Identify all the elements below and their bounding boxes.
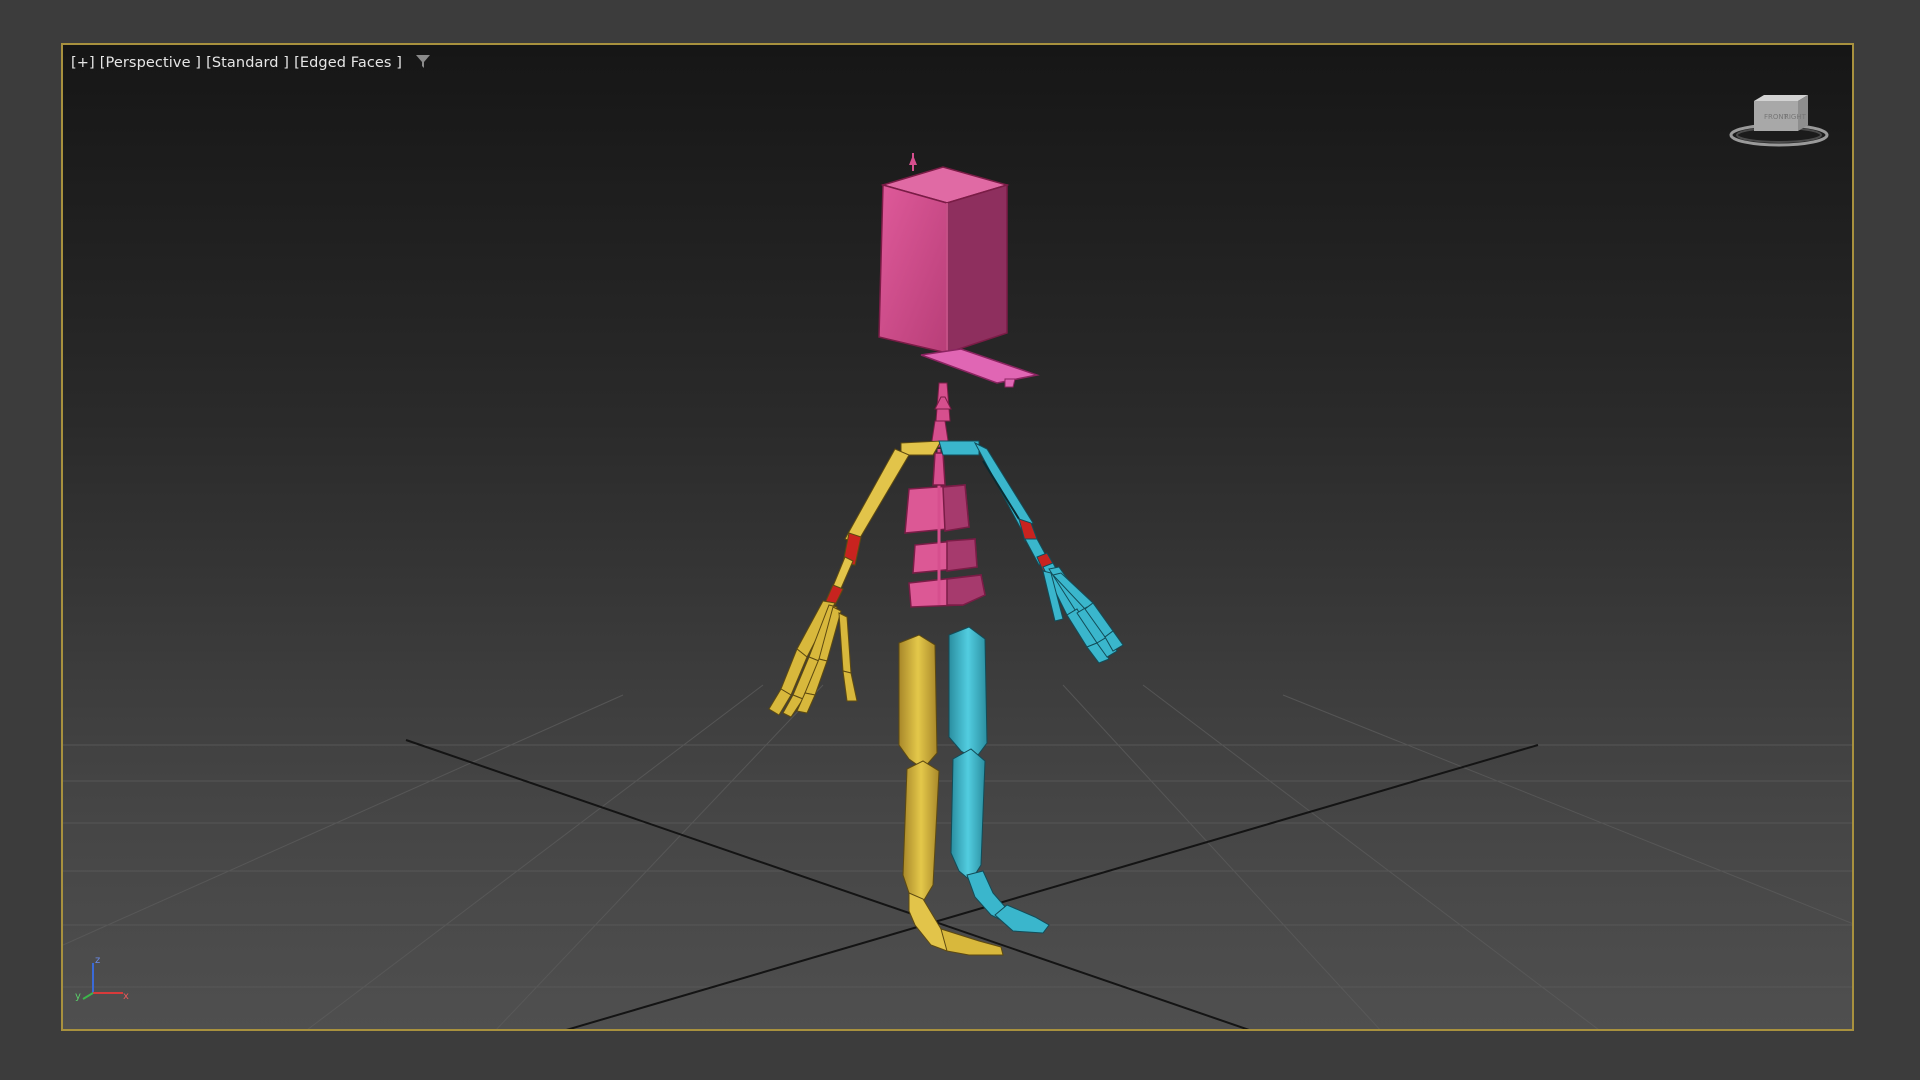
perspective-viewport[interactable]: [+] [Perspective ] [Standard ] [Edged Fa… [61,43,1854,1031]
viewport-label: [+] [Perspective ] [Standard ] [Edged Fa… [71,53,431,73]
scene-canvas[interactable] [63,45,1854,1031]
viewcube-right-label: RIGHT [1784,113,1807,121]
left-hand-bone [768,600,858,718]
y-axis-label: y [75,991,81,1002]
head-bone [878,153,1010,355]
right-hand-bone [1042,562,1124,664]
viewcube-icon[interactable]: FRONT RIGHT [1728,91,1830,157]
z-axis-label: z [95,955,100,966]
right-leg-bone [948,626,1050,934]
axis-tripod-icon: z x y [71,953,131,1007]
spine-bone [904,449,986,608]
x-axis-label: x [123,991,129,1002]
edged-faces-menu[interactable]: [Edged Faces ] [294,55,402,71]
view-type-menu[interactable]: [Perspective ] [100,55,201,71]
funnel-icon[interactable] [415,53,431,73]
jaw-bone [920,348,1040,384]
neck-bone [930,382,952,448]
shading-mode-menu[interactable]: [Standard ] [206,55,289,71]
viewport-menu-button[interactable]: [+] [71,55,95,71]
